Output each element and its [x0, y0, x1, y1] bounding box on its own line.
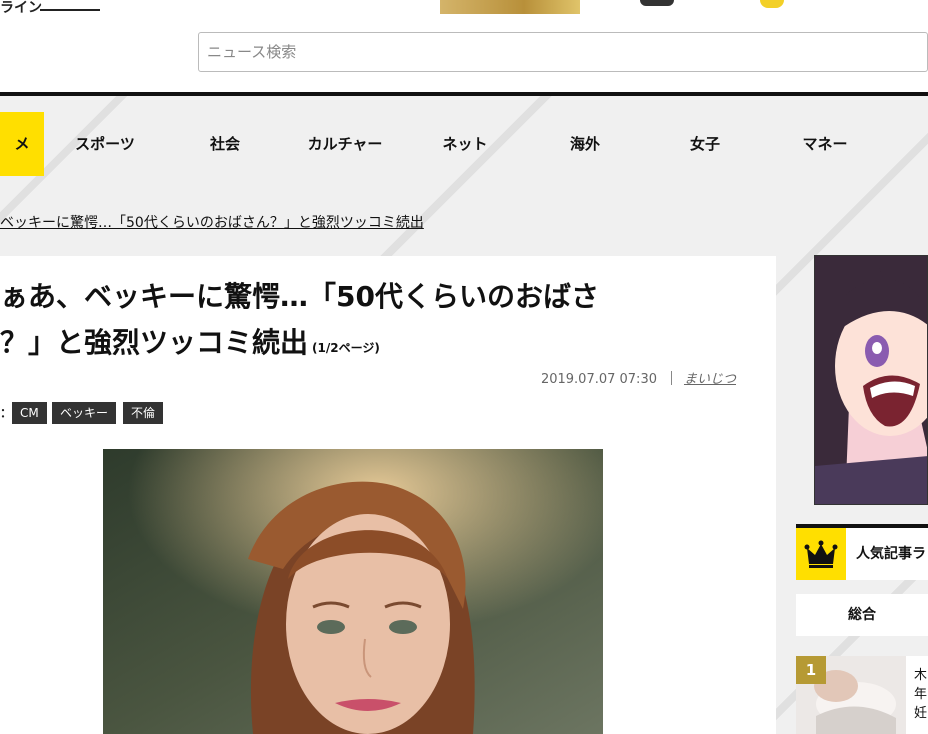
nav-item-society[interactable]: 社会: [170, 112, 280, 176]
ranking-number-badge: 1: [796, 656, 826, 684]
category-nav: メ スポーツ 社会 カルチャー ネット 海外 女子 マネー: [0, 112, 928, 176]
ranking-header: 人気記事ラ: [796, 524, 928, 580]
header-banner-icon: [640, 0, 674, 6]
page-indicator: (1/2ページ): [312, 341, 380, 355]
nav-item-sports[interactable]: スポーツ: [50, 112, 160, 176]
header-banner-image[interactable]: [440, 0, 580, 14]
nav-item-women[interactable]: 女子: [650, 112, 760, 176]
tag-becky[interactable]: ベッキー: [52, 402, 117, 424]
nav-item-culture[interactable]: カルチャー: [290, 112, 400, 176]
tag-cm[interactable]: CM: [12, 402, 47, 424]
crown-icon: [796, 528, 846, 580]
nav-item-overseas[interactable]: 海外: [530, 112, 640, 176]
article-card: ぁあ、ベッキーに驚愕…「50代くらいのおばさ ？」と強烈ツッコミ続出 (1/2ペー…: [0, 256, 776, 734]
article-meta: 2019.07.07 07:30 まいじつ: [460, 368, 736, 387]
article-date: 2019.07.07 07:30: [540, 372, 657, 387]
breadcrumb-current[interactable]: ベッキーに驚愕…「50代くらいのおばさん？」と強烈ツッコミ続出: [0, 212, 424, 232]
nav-item-money[interactable]: マネー: [770, 112, 880, 176]
header-banner-dot: [760, 0, 784, 8]
ranking-list-item[interactable]: 1 木年妊: [796, 656, 928, 734]
nav-item-entertainment[interactable]: メ: [0, 112, 44, 176]
article-photo: [103, 449, 603, 734]
ranking-title: 人気記事ラ: [856, 546, 926, 562]
site-tagline: ライン: [0, 0, 42, 16]
article-author-link[interactable]: まいじつ: [684, 372, 736, 387]
article-title-line-1: ぁあ、ベッキーに驚愕…「50代くらいのおばさ: [0, 280, 599, 313]
article-title-line-2: ？」と強烈ツッコミ続出 (1/2ページ): [0, 320, 760, 371]
article-title: ぁあ、ベッキーに驚愕…「50代くらいのおばさ ？」と強烈ツッコミ続出 (1/2ペー…: [0, 274, 760, 371]
tags-label: ：: [0, 406, 13, 420]
meta-divider: [670, 371, 672, 385]
ranking-item-title: 木年妊: [914, 668, 928, 721]
search-input[interactable]: [198, 32, 928, 72]
tag-affair[interactable]: 不倫: [123, 402, 164, 424]
ranking-tab-overall[interactable]: 総合: [796, 594, 928, 636]
tagline-rule: [40, 9, 100, 11]
site-header: ライン: [0, 0, 928, 92]
nav-item-net[interactable]: ネット: [410, 112, 520, 176]
sidebar-ad-banner[interactable]: [814, 255, 928, 505]
header-divider: [0, 92, 928, 96]
article-title-line-2-text: ？」と強烈ツッコミ続出: [0, 326, 309, 359]
